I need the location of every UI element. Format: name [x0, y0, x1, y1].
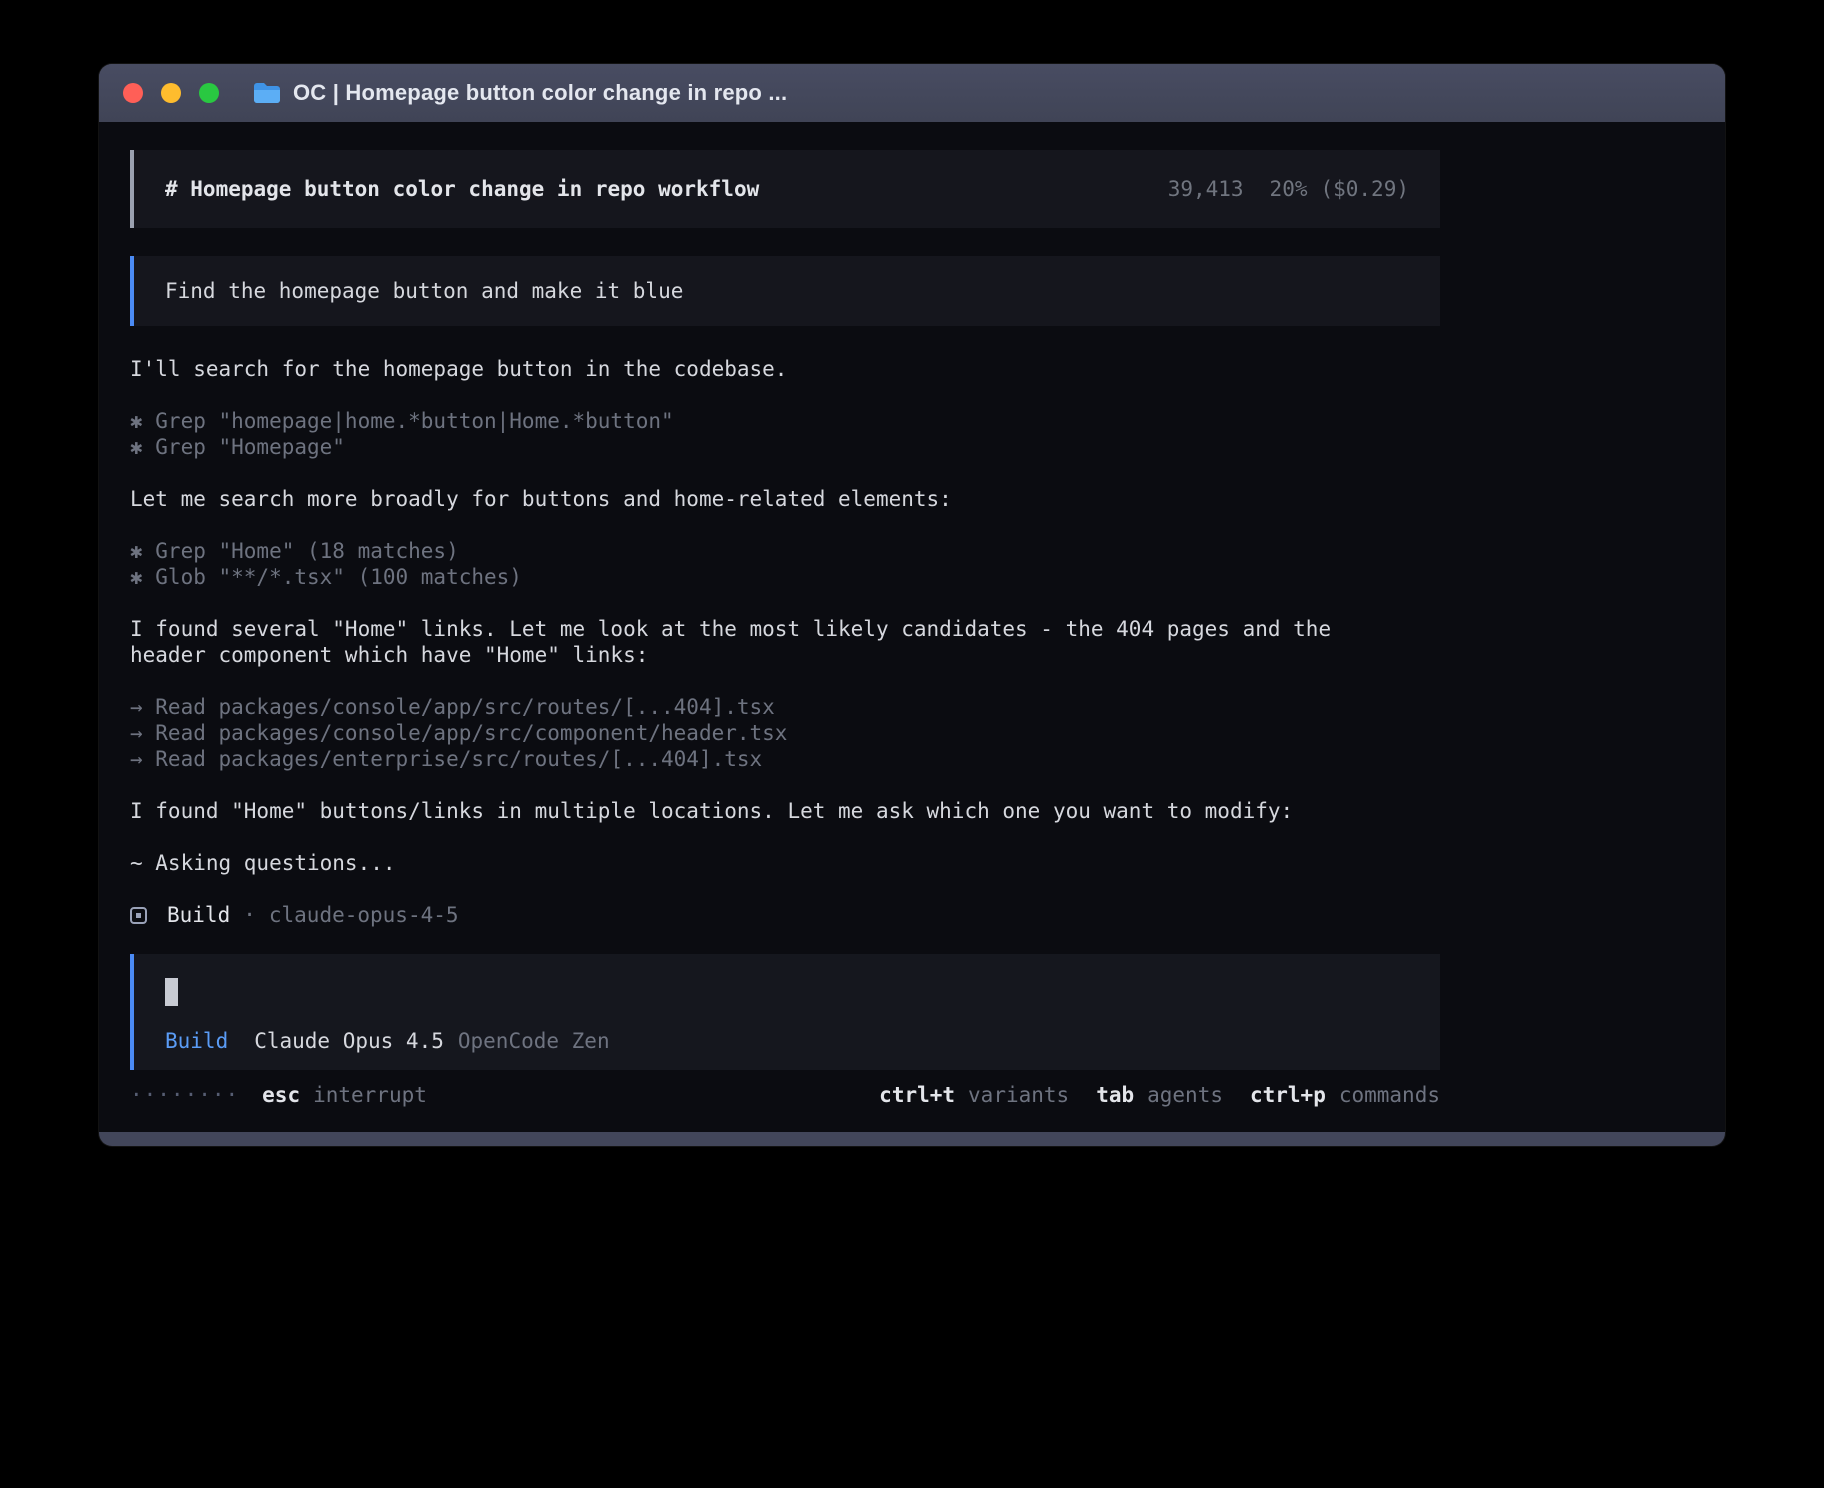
traffic-lights [123, 83, 219, 103]
hint-variants[interactable]: ctrl+t variants [879, 1082, 1069, 1108]
tool-call-grep[interactable]: ✱ Grep "homepage|home.*button|Home.*butt… [130, 408, 1370, 434]
hint-key: tab [1096, 1082, 1134, 1108]
assistant-text: I found "Home" buttons/links in multiple… [130, 798, 1370, 824]
window-title: OC | Homepage button color change in rep… [293, 80, 787, 106]
input-agent-mode[interactable]: Build [165, 1028, 228, 1054]
tool-call-read[interactable]: → Read packages/console/app/src/routes/[… [130, 694, 1370, 720]
text-cursor [165, 978, 178, 1006]
session-stats: 39,413 20% ($0.29) [1168, 177, 1409, 201]
agent-part-header: Build · claude-opus-4-5 [130, 902, 1440, 928]
session-cost: ($0.29) [1320, 177, 1409, 201]
hint-key: ctrl+p [1250, 1082, 1326, 1108]
spinner-dots: ········ [130, 1082, 239, 1108]
user-message-block: Find the homepage button and make it blu… [130, 256, 1440, 326]
hint-label: variants [968, 1082, 1069, 1108]
folder-icon [253, 82, 281, 104]
input-model[interactable]: Claude Opus 4.5 [254, 1028, 444, 1054]
zoom-window-button[interactable] [199, 83, 219, 103]
agent-model: claude-opus-4-5 [269, 902, 459, 928]
close-window-button[interactable] [123, 83, 143, 103]
hint-key: ctrl+t [879, 1082, 955, 1108]
tool-call-grep[interactable]: ✱ Grep "Homepage" [130, 434, 1370, 460]
agent-icon [130, 907, 147, 924]
input-provider[interactable]: OpenCode Zen [458, 1028, 610, 1054]
window-titlebar[interactable]: OC | Homepage button color change in rep… [99, 64, 1725, 122]
terminal-window: OC | Homepage button color change in rep… [99, 64, 1725, 1146]
agent-separator: · [243, 902, 256, 928]
status-bar: ········ esc interrupt ctrl+t variants t… [130, 1082, 1440, 1108]
hint-label: interrupt [313, 1082, 427, 1108]
hint-interrupt[interactable]: esc interrupt [262, 1082, 427, 1108]
input-meta-row: Build Claude Opus 4.5 OpenCode Zen [165, 1028, 1409, 1054]
tool-call-read[interactable]: → Read packages/enterprise/src/routes/[.… [130, 746, 1370, 772]
hint-key: esc [262, 1082, 300, 1108]
tool-call-glob[interactable]: ✱ Glob "**/*.tsx" (100 matches) [130, 564, 1370, 590]
hint-commands[interactable]: ctrl+p commands [1250, 1082, 1440, 1108]
assistant-transcript: I'll search for the homepage button in t… [130, 356, 1440, 876]
minimize-window-button[interactable] [161, 83, 181, 103]
token-count: 39,413 [1168, 177, 1244, 201]
status-asking-questions: ~ Asking questions... [130, 850, 1370, 876]
assistant-text: Let me search more broadly for buttons a… [130, 486, 1370, 512]
tool-call-grep[interactable]: ✱ Grep "Home" (18 matches) [130, 538, 1370, 564]
tool-call-read[interactable]: → Read packages/console/app/src/componen… [130, 720, 1370, 746]
terminal-content: # Homepage button color change in repo w… [99, 122, 1725, 1132]
hint-label: commands [1339, 1082, 1440, 1108]
hint-agents[interactable]: tab agents [1096, 1082, 1223, 1108]
session-header: # Homepage button color change in repo w… [130, 150, 1440, 228]
assistant-text: I'll search for the homepage button in t… [130, 356, 1370, 382]
context-percent: 20% [1270, 177, 1308, 201]
hint-label: agents [1147, 1082, 1223, 1108]
agent-name: Build [167, 902, 230, 928]
session-title: # Homepage button color change in repo w… [165, 177, 759, 201]
prompt-input[interactable]: Build Claude Opus 4.5 OpenCode Zen [130, 954, 1440, 1070]
assistant-text: I found several "Home" links. Let me loo… [130, 616, 1370, 668]
user-message-text: Find the homepage button and make it blu… [165, 278, 1409, 304]
